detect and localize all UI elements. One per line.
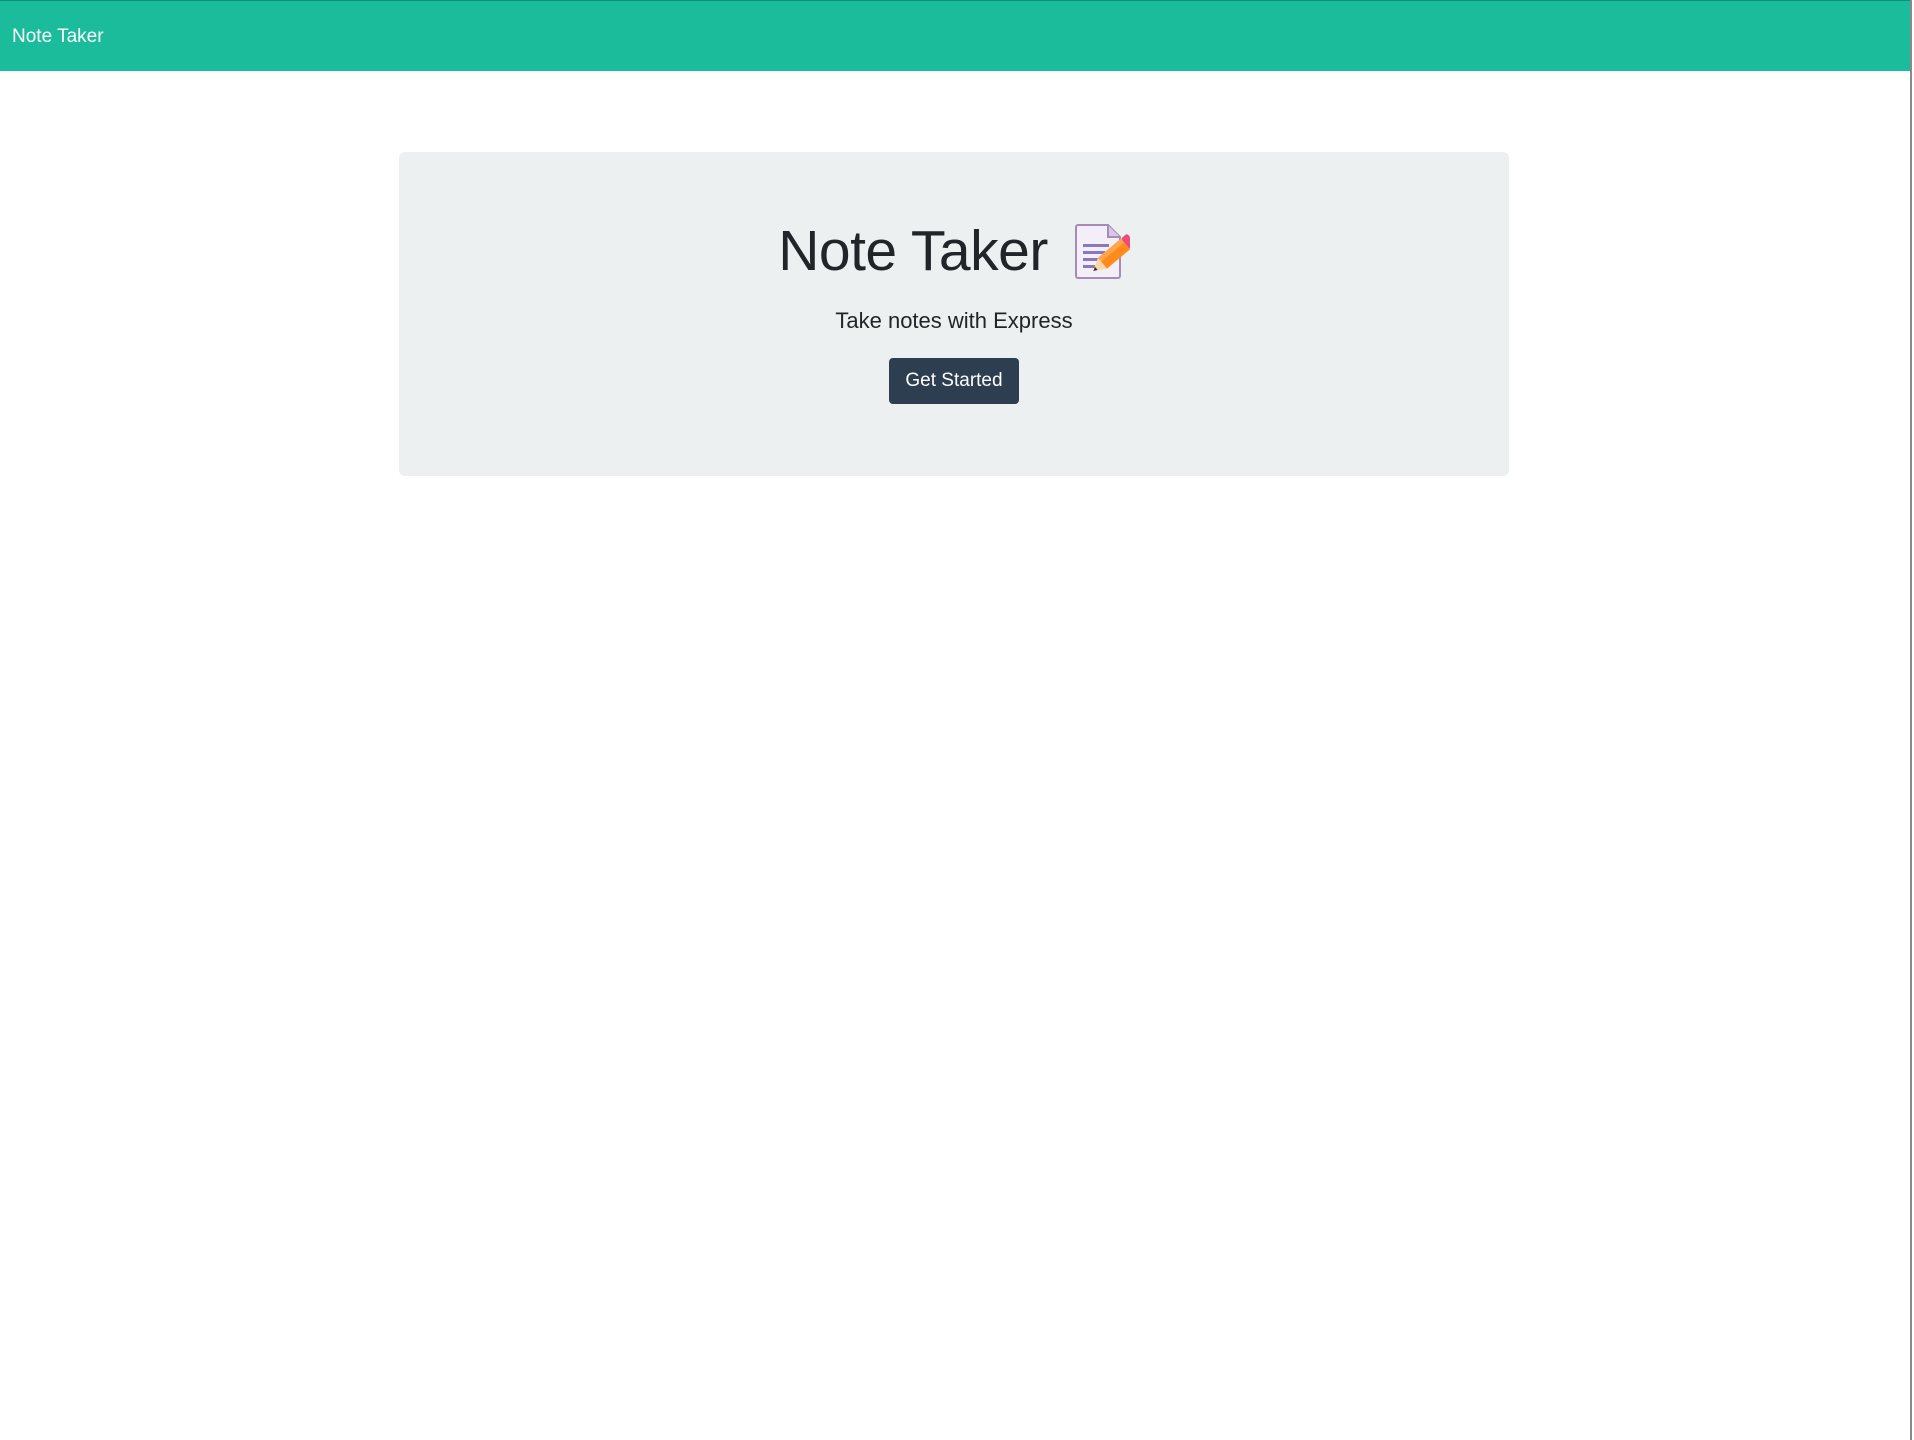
get-started-button[interactable]: Get Started [889, 358, 1019, 404]
hero-title-row: Note Taker [399, 216, 1509, 286]
hero-subtitle: Take notes with Express [835, 308, 1073, 333]
navbar: Note Taker [0, 0, 1910, 71]
navbar-brand[interactable]: Note Taker [12, 27, 104, 46]
hero-jumbotron: Note Taker Take notes with Express Get S… [399, 152, 1509, 476]
page: Note Taker Note Taker Take notes with Ex… [0, 0, 1912, 1440]
page-title: Note Taker [778, 218, 1048, 283]
memo-icon [1074, 222, 1136, 280]
